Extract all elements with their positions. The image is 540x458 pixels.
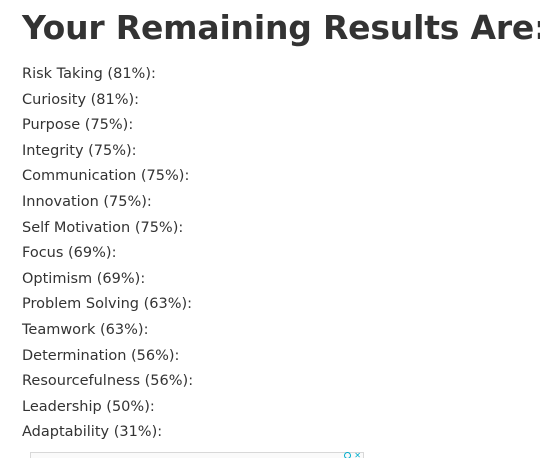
ad-banner[interactable]: ✕ xyxy=(30,452,364,458)
ad-controls: ✕ xyxy=(344,452,361,458)
list-item: Focus (69%): xyxy=(22,245,117,262)
list-item: Leadership (50%): xyxy=(22,398,155,415)
list-item: Teamwork (63%): xyxy=(22,321,149,338)
info-icon[interactable] xyxy=(344,452,352,458)
close-icon[interactable]: ✕ xyxy=(354,452,361,458)
list-item: Determination (56%): xyxy=(22,347,180,364)
list-item: Innovation (75%): xyxy=(22,193,152,210)
list-item: Optimism (69%): xyxy=(22,270,146,287)
results-list: Risk Taking (81%): Curiosity (81%): Purp… xyxy=(22,62,193,446)
list-item: Purpose (75%): xyxy=(22,117,134,134)
list-item: Integrity (75%): xyxy=(22,142,137,159)
list-item: Problem Solving (63%): xyxy=(22,296,193,313)
list-item: Risk Taking (81%): xyxy=(22,66,156,82)
list-item: Resourcefulness (56%): xyxy=(22,373,194,390)
list-item: Communication (75%): xyxy=(22,168,190,185)
list-item: Self Motivation (75%): xyxy=(22,219,184,236)
page-title: Your Remaining Results Are: xyxy=(22,8,540,47)
list-item: Adaptability (31%): xyxy=(22,424,163,441)
list-item: Curiosity (81%): xyxy=(22,91,140,108)
